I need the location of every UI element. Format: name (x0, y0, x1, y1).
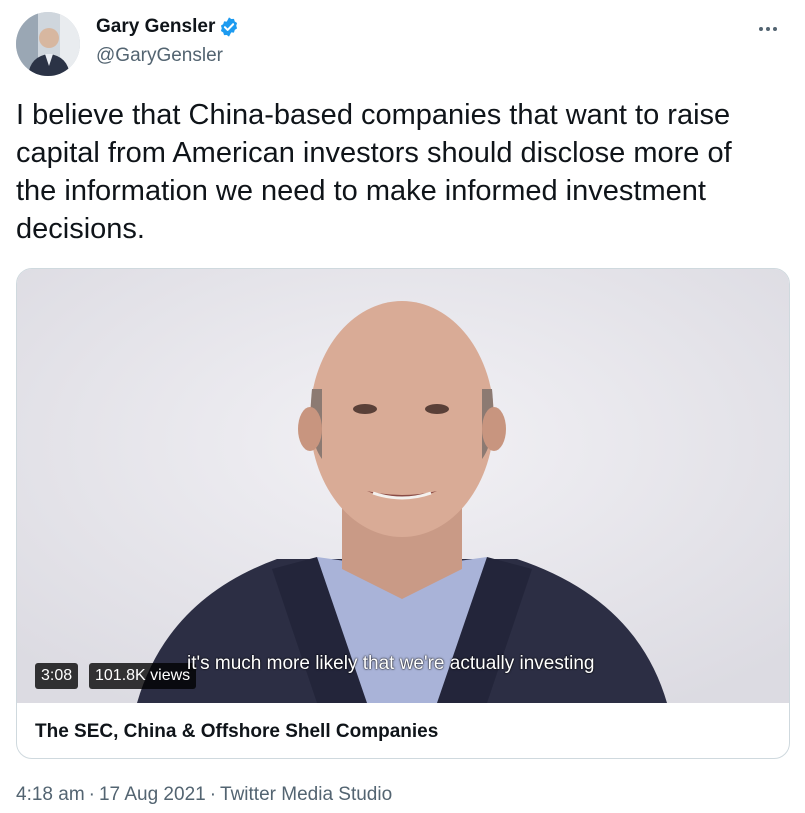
tweet-text: I believe that China-based companies tha… (16, 99, 732, 245)
verified-badge-icon (218, 16, 240, 38)
video-thumbnail (17, 269, 789, 703)
video-card[interactable]: 3:08 101.8K views it's much more likely … (16, 268, 790, 759)
meta-separator: · (88, 784, 95, 805)
tweet-date[interactable]: 17 Aug 2021 (99, 784, 206, 805)
video-views: 101.8K views (89, 663, 197, 689)
author-name-row: Gary Gensler (96, 16, 240, 38)
author-handle[interactable]: @GaryGensler (96, 45, 223, 67)
author-name[interactable]: Gary Gensler (96, 16, 215, 38)
meta-separator: · (209, 784, 217, 805)
video-player[interactable]: 3:08 101.8K views it's much more likely … (17, 269, 789, 703)
video-duration: 3:08 (35, 663, 79, 689)
video-caption: it's much more likely that we're actuall… (187, 653, 595, 674)
tweet-time[interactable]: 4:18 am (16, 784, 85, 805)
video-title[interactable]: The SEC, China & Offshore Shell Companie… (35, 721, 438, 743)
tweet-metadata: 4:18 am · 17 Aug 2021 · Twitter Media Studio (16, 784, 392, 806)
more-options-icon[interactable] (757, 18, 787, 38)
tweet-source[interactable]: Twitter Media Studio (220, 784, 392, 805)
avatar[interactable] (16, 12, 80, 76)
